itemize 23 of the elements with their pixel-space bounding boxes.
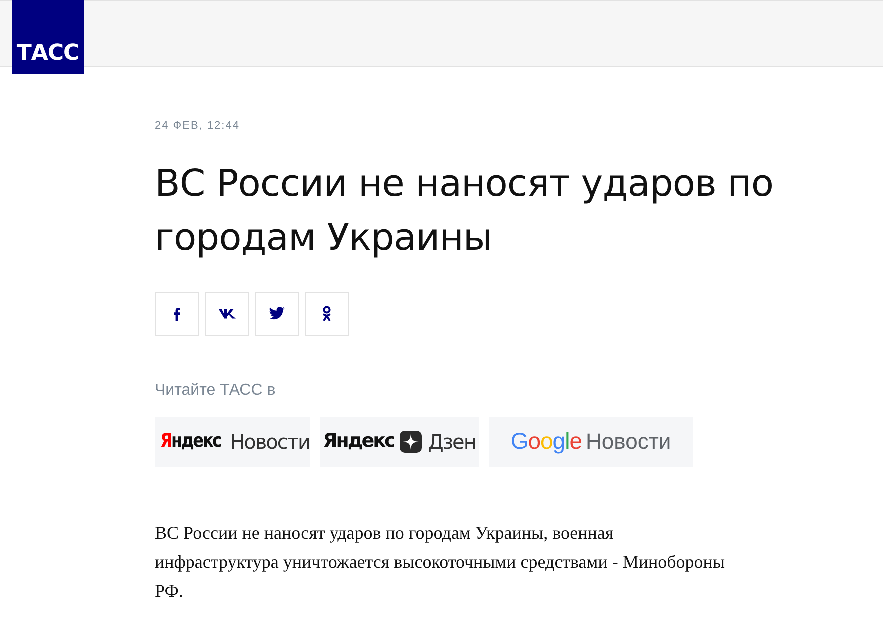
partner-link[interactable]: Яндекс Дзен <box>320 416 479 466</box>
share-button[interactable] <box>155 292 199 336</box>
service-name: Дзен <box>428 428 476 456</box>
article-date: 24 ФЕВ, 12:44 <box>155 119 240 134</box>
star-icon <box>400 430 422 452</box>
article-body: ВС России не наносят ударов по городам Украины, военная инфраструктура уничтожается высокоточными средствами - Минобороны РФ. <box>155 522 726 602</box>
share-button[interactable] <box>255 292 299 336</box>
read-in-label: Читайте ТАСС в <box>155 380 276 400</box>
article-title: ВС России не наносят ударов по городам Украины <box>155 160 774 260</box>
brand-wordmark: Яндекс <box>323 429 394 454</box>
brand-wordmark: Яндекс <box>160 429 221 454</box>
bird-icon <box>269 307 285 320</box>
share-button[interactable] <box>205 292 249 336</box>
logo[interactable]: ТАСС <box>12 0 84 74</box>
partner-link[interactable]: Google Новости <box>489 416 693 466</box>
service-name: Новости <box>586 428 672 456</box>
facebook-icon <box>173 306 181 320</box>
share-button[interactable] <box>305 292 349 336</box>
vk-icon <box>218 308 236 318</box>
partner-link[interactable]: Яндекс Новости <box>155 416 310 466</box>
ok-icon <box>322 306 332 322</box>
service-name: Новости <box>230 428 310 456</box>
brand-wordmark: Google <box>510 427 582 456</box>
